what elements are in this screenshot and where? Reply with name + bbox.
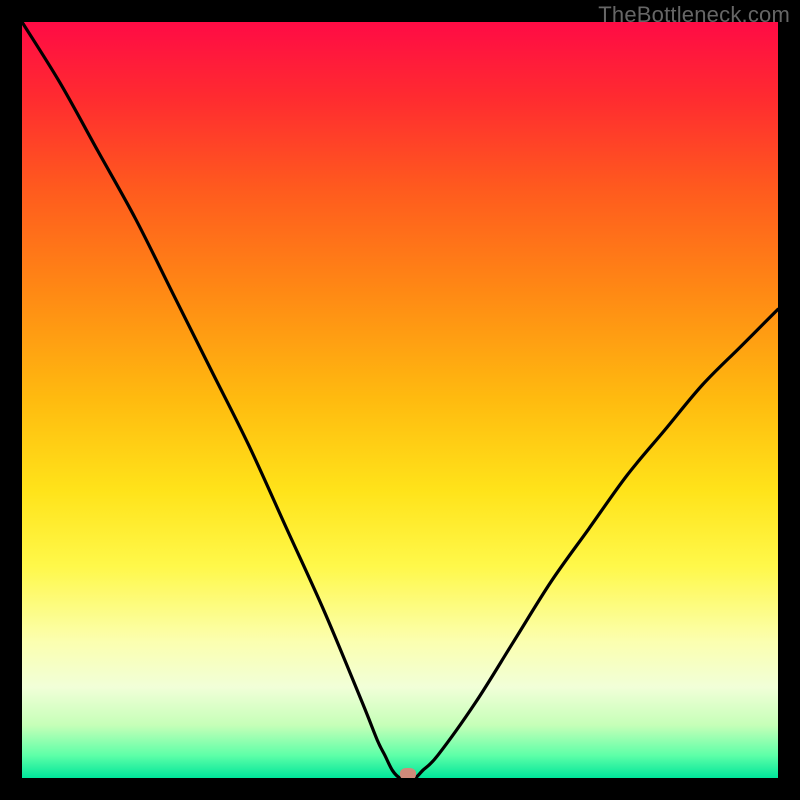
minimum-marker-icon (400, 768, 416, 778)
chart-frame: TheBottleneck.com (0, 0, 800, 800)
plot-area (22, 22, 778, 778)
watermark-text: TheBottleneck.com (598, 2, 790, 28)
bottleneck-curve (22, 22, 778, 778)
